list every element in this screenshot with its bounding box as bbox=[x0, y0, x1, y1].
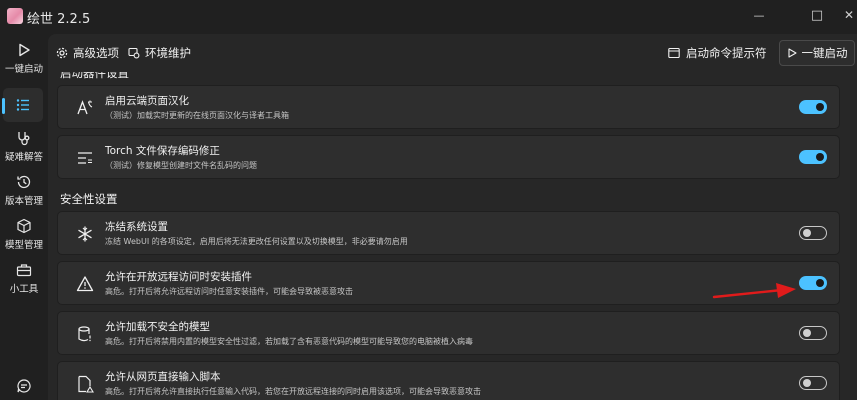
setting-description: （测试）修复模型创建时文件名乱码的问题 bbox=[105, 161, 257, 170]
close-icon: ✕ bbox=[843, 8, 855, 22]
window-title: 绘世 2.2.5 bbox=[27, 12, 91, 27]
main-panel: 高级选项 环境维护 启动命令提示符 一键启动 启动器件设置 启用云端页面汉化 （… bbox=[48, 34, 857, 400]
close-button[interactable]: ✕ bbox=[826, 0, 857, 30]
database-warning-icon bbox=[76, 325, 94, 343]
setting-title: 启用云端页面汉化 bbox=[105, 95, 189, 107]
chat-icon bbox=[16, 378, 32, 394]
minimize-button[interactable]: — bbox=[736, 0, 782, 30]
translate-icon bbox=[76, 99, 94, 117]
setting-description: 高危。打开后将允许直接执行任意输入代码，若您在开放远程连接的同时启用该选项，可能… bbox=[105, 387, 481, 396]
toggle-knob bbox=[803, 229, 811, 237]
setting-description: 高危。打开后将允许远程访问时任意安装插件，可能会导致被恶意攻击 bbox=[105, 287, 353, 296]
minimize-icon: — bbox=[753, 8, 765, 22]
cloud-translation-toggle[interactable] bbox=[799, 100, 827, 114]
sidebar-item-label: 模型管理 bbox=[4, 240, 43, 251]
list-icon bbox=[15, 97, 31, 113]
setting-title: 允许在开放远程访问时安装插件 bbox=[105, 271, 252, 283]
setting-card-cloud-translation: 启用云端页面汉化 （测试）加载实时更新的在线页面汉化与译者工具箱 bbox=[57, 85, 840, 129]
warning-icon bbox=[76, 275, 94, 293]
setting-title: 允许加载不安全的模型 bbox=[105, 321, 210, 333]
command-prompt-label: 启动命令提示符 bbox=[686, 46, 767, 60]
play-icon bbox=[16, 42, 32, 58]
setting-description: 高危。打开后将禁用内置的模型安全性过滤，若加载了含有恶意代码的模型可能导致您的电… bbox=[105, 337, 473, 346]
sidebar-item-advanced[interactable] bbox=[2, 88, 43, 122]
setting-card-web-script: 允许从网页直接输入脚本 高危。打开后将允许直接执行任意输入代码，若您在开放远程连… bbox=[57, 361, 840, 400]
app-logo bbox=[7, 8, 23, 24]
torch-fix-toggle[interactable] bbox=[799, 150, 827, 164]
setting-description: （测试）加载实时更新的在线页面汉化与译者工具箱 bbox=[105, 111, 289, 120]
terminal-icon bbox=[668, 47, 680, 59]
sidebar-item-label: 疑难解答 bbox=[4, 152, 43, 163]
document-warning-icon bbox=[76, 375, 94, 393]
setting-title: Torch 文件保存编码修正 bbox=[105, 145, 220, 157]
sidebar-item-label: 版本管理 bbox=[4, 196, 43, 207]
freeze-settings-toggle[interactable] bbox=[799, 226, 827, 240]
title-bar: 绘世 2.2.5 — □ ✕ bbox=[0, 0, 857, 34]
setting-description: 冻结 WebUI 的各项设定，启用后将无法更改任何设置以及切换模型，非必要请勿启… bbox=[105, 237, 408, 246]
setting-title: 冻结系统设置 bbox=[105, 221, 168, 233]
sidebar-item-label: 小工具 bbox=[9, 284, 39, 295]
setting-card-unsafe-models: 允许加载不安全的模型 高危。打开后将禁用内置的模型安全性过滤，若加载了含有恶意代… bbox=[57, 311, 840, 355]
launch-button[interactable]: 一键启动 bbox=[779, 40, 855, 66]
annotation-arrow bbox=[712, 283, 796, 299]
launch-label: 一键启动 bbox=[801, 46, 848, 60]
setting-card-torch-fix: Torch 文件保存编码修正 （测试）修复模型创建时文件名乱码的问题 bbox=[57, 135, 840, 179]
snowflake-icon bbox=[76, 225, 94, 243]
tab-label: 高级选项 bbox=[73, 46, 119, 60]
tab-environment[interactable]: 环境维护 bbox=[128, 45, 191, 61]
stethoscope-icon bbox=[16, 130, 32, 146]
remote-install-toggle[interactable] bbox=[799, 276, 827, 290]
sidebar-item-tools[interactable]: 小工具 bbox=[0, 262, 48, 295]
toggle-knob bbox=[816, 103, 824, 111]
settings-scroll-area[interactable]: 启动器件设置 启用云端页面汉化 （测试）加载实时更新的在线页面汉化与译者工具箱 … bbox=[48, 72, 857, 400]
sidebar-item-launch[interactable]: 一键启动 bbox=[0, 42, 48, 75]
toggle-knob bbox=[803, 379, 811, 387]
maintenance-icon bbox=[128, 47, 140, 59]
gear-icon bbox=[56, 47, 68, 59]
feedback-button[interactable] bbox=[0, 378, 48, 394]
section-title-startup: 启动器件设置 bbox=[60, 72, 129, 80]
sidebar-item-versions[interactable]: 版本管理 bbox=[0, 174, 48, 207]
play-icon bbox=[787, 48, 797, 58]
text-fix-icon bbox=[76, 149, 94, 167]
command-prompt-button[interactable]: 启动命令提示符 bbox=[668, 45, 767, 61]
tab-label: 环境维护 bbox=[145, 46, 191, 60]
toggle-knob bbox=[816, 153, 824, 161]
sidebar: 一键启动 疑难解答 版本管理 模型管理 小工具 bbox=[0, 34, 48, 400]
toolbox-icon bbox=[16, 262, 32, 278]
history-icon bbox=[16, 174, 32, 190]
setting-card-freeze: 冻结系统设置 冻结 WebUI 的各项设定，启用后将无法更改任何设置以及切换模型… bbox=[57, 211, 840, 255]
maximize-icon: □ bbox=[810, 7, 824, 23]
sidebar-item-troubleshoot[interactable]: 疑难解答 bbox=[0, 130, 48, 163]
tab-bar: 高级选项 环境维护 启动命令提示符 一键启动 bbox=[48, 34, 857, 72]
toggle-knob bbox=[816, 279, 824, 287]
sidebar-item-label: 一键启动 bbox=[4, 64, 43, 75]
cube-icon bbox=[16, 218, 32, 234]
toggle-knob bbox=[803, 329, 811, 337]
sidebar-item-models[interactable]: 模型管理 bbox=[0, 218, 48, 251]
tab-advanced-options[interactable]: 高级选项 bbox=[56, 45, 119, 61]
web-script-toggle[interactable] bbox=[799, 376, 827, 390]
unsafe-models-toggle[interactable] bbox=[799, 326, 827, 340]
section-title-security: 安全性设置 bbox=[60, 192, 118, 206]
setting-title: 允许从网页直接输入脚本 bbox=[105, 371, 221, 383]
